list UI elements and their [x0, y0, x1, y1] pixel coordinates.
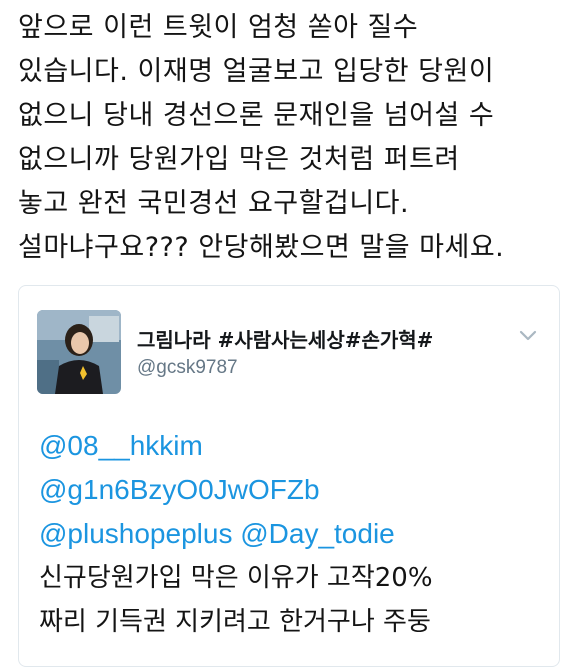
- tweet-line: 없으니 당내 경선으론 문재인을 넘어설 수: [18, 100, 495, 131]
- quoted-tweet-line: 신규당원가입 막은 이유가 고작20%: [39, 563, 433, 593]
- mention-link[interactable]: @g1n6BzyO0JwOFZb: [39, 474, 320, 505]
- mention-link[interactable]: @08__hkkim: [39, 430, 203, 461]
- tweet-line: 놓고 완전 국민경선 요구할겁니다.: [18, 188, 410, 219]
- display-name[interactable]: 그림나라 #사람사는세상#손가혁#: [137, 324, 433, 353]
- tweet-line: 없으니까 당원가입 막은 것처럼 퍼트려: [18, 144, 460, 175]
- quoted-tweet-author: 그림나라 #사람사는세상#손가혁# @gcsk9787: [137, 324, 433, 379]
- tweet-line: 있습니다. 이재명 얼굴보고 입당한 당원이: [18, 56, 495, 87]
- quoted-tweet-header: 그림나라 #사람사는세상#손가혁# @gcsk9787: [19, 286, 559, 396]
- quoted-tweet-card[interactable]: 그림나라 #사람사는세상#손가혁# @gcsk9787 @08__hkkim @…: [18, 285, 560, 667]
- avatar-image: [37, 310, 121, 394]
- avatar[interactable]: [37, 310, 121, 394]
- mention-line: @08__hkkim: [39, 424, 549, 468]
- tweet-line: 앞으로 이런 트윗이 엄청 쏟아 질수: [18, 12, 419, 43]
- quoted-tweet-body: @08__hkkim @g1n6BzyO0JwOFZb @plushopeplu…: [39, 424, 549, 644]
- mention-link[interactable]: @plushopeplus: [39, 518, 232, 549]
- user-handle[interactable]: @gcsk9787: [137, 357, 433, 379]
- mention-line: @plushopeplus @Day_todie: [39, 512, 549, 556]
- mention-line: @g1n6BzyO0JwOFZb: [39, 468, 549, 512]
- tweet-line: 설마냐구요??? 안당해봤으면 말을 마세요.: [18, 232, 505, 263]
- chevron-down-icon[interactable]: [519, 330, 537, 342]
- mention-link[interactable]: @Day_todie: [240, 518, 395, 549]
- tweet-text: 앞으로 이런 트윗이 엄청 쏟아 질수 있습니다. 이재명 얼굴보고 입당한 당…: [18, 6, 568, 270]
- quoted-tweet-line: 짜리 기득권 지키려고 한거구나 주둥: [39, 607, 431, 637]
